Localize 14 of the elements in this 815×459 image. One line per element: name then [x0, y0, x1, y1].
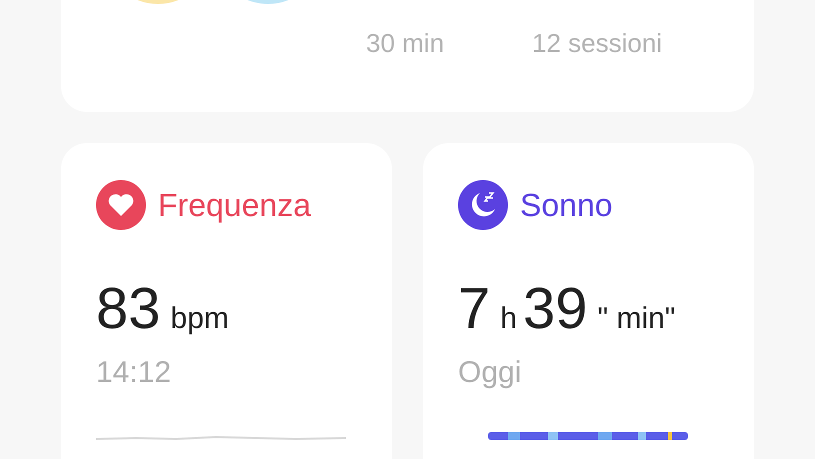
card-title: Sonno — [520, 186, 613, 224]
card-title: Frequenza — [158, 186, 311, 224]
metric-card[interactable]: Sonno 7 h 39 " min" Oggi — [423, 143, 754, 459]
value-unit: bpm — [170, 302, 229, 336]
value-number: 39 — [522, 278, 588, 340]
value-number: 83 — [96, 278, 161, 340]
card-note: 14:12 — [96, 356, 172, 390]
value-unit: h — [500, 302, 517, 336]
value-unit: " min" — [597, 302, 676, 336]
value-number: 7 — [458, 278, 490, 340]
stat-note: 30 min — [366, 27, 446, 59]
stat-note: 12 sessioni — [532, 27, 664, 59]
card-note: Oggi — [458, 356, 522, 390]
metric-card[interactable]: Frequenza 83 bpm 14:12 — [61, 143, 392, 459]
